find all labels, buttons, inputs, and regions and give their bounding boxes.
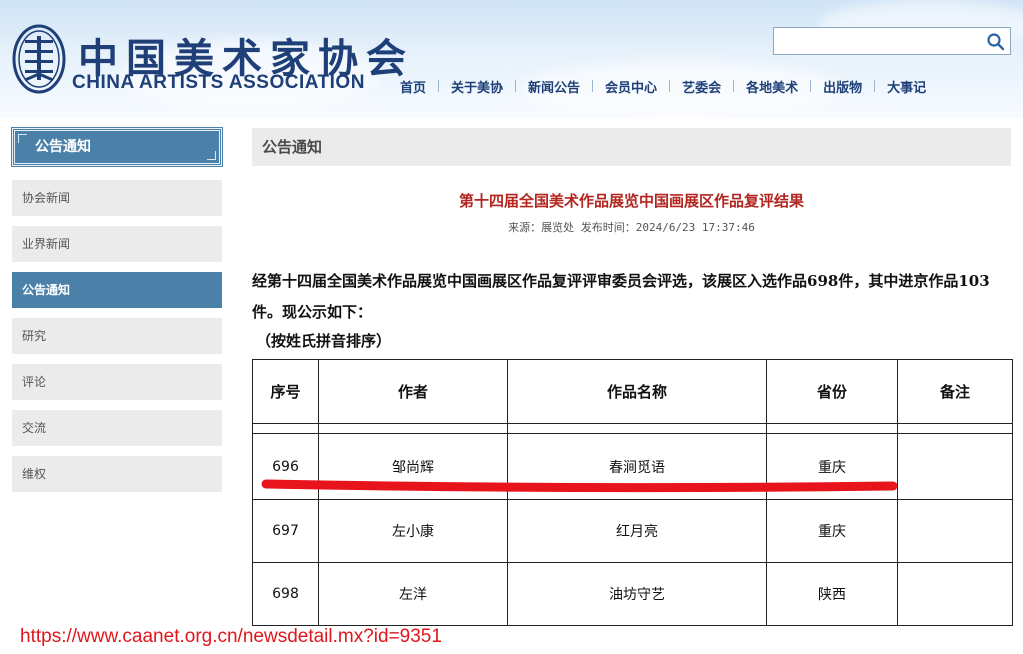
spacer-cell bbox=[766, 423, 898, 434]
table-row: 696 邹尚辉 春涧觅语 重庆 bbox=[252, 433, 1013, 500]
cell-note bbox=[897, 562, 1013, 626]
cell-number: 697 bbox=[252, 499, 319, 563]
spacer-cell bbox=[318, 423, 508, 434]
header-note: 备注 bbox=[897, 359, 1013, 424]
nav-regional[interactable]: 各地美术 bbox=[746, 77, 798, 96]
cell-number: 696 bbox=[252, 433, 319, 500]
nav-events[interactable]: 大事记 bbox=[887, 77, 926, 96]
nav-divider bbox=[515, 80, 517, 92]
site-header: 中国美术家协会 CHINA ARTISTS ASSOCIATION 首页 关于美… bbox=[0, 0, 1023, 118]
results-table: 序号 作者 作品名称 省份 备注 696 邹尚辉 春涧觅语 重庆 697 左小康… bbox=[252, 359, 1013, 626]
sidebar-item-research[interactable]: 研究 bbox=[12, 318, 222, 354]
header-author: 作者 bbox=[318, 359, 508, 424]
caa-emblem-icon bbox=[12, 24, 66, 94]
logo-english-name: CHINA ARTISTS ASSOCIATION bbox=[72, 72, 365, 93]
table-row: 698 左洋 油坊守艺 陕西 bbox=[252, 562, 1013, 626]
sidebar-item-industry-news[interactable]: 业界新闻 bbox=[12, 226, 222, 262]
nav-divider bbox=[669, 80, 671, 92]
section-title: 公告通知 bbox=[252, 128, 1011, 166]
nav-news[interactable]: 新闻公告 bbox=[528, 77, 580, 96]
article-title: 第十四届全国美术作品展览中国画展区作品复评结果 bbox=[458, 192, 804, 210]
nav-divider bbox=[874, 80, 876, 92]
cell-author: 左小康 bbox=[318, 499, 508, 563]
cell-number: 698 bbox=[252, 562, 319, 626]
cell-note bbox=[897, 499, 1013, 563]
cell-note bbox=[897, 433, 1013, 500]
header-province: 省份 bbox=[766, 359, 898, 424]
sidebar-item-commentary[interactable]: 评论 bbox=[12, 364, 222, 400]
sidebar-title: 公告通知 bbox=[11, 127, 223, 167]
main-nav: 首页 关于美协 新闻公告 会员中心 艺委会 各地美术 出版物 大事记 bbox=[400, 76, 926, 96]
sidebar-item-exchange[interactable]: 交流 bbox=[12, 410, 222, 446]
nav-art-committee[interactable]: 艺委会 bbox=[682, 77, 721, 96]
sidebar-item-rights[interactable]: 维权 bbox=[12, 456, 222, 492]
sidebar-item-announcements[interactable]: 公告通知 bbox=[12, 272, 222, 308]
cell-province: 陕西 bbox=[766, 562, 898, 626]
nav-members[interactable]: 会员中心 bbox=[605, 77, 657, 96]
nav-publications[interactable]: 出版物 bbox=[823, 77, 862, 96]
header-number: 序号 bbox=[252, 359, 319, 424]
sidebar-menu: 协会新闻 业界新闻 公告通知 研究 评论 交流 维权 bbox=[12, 180, 222, 502]
sort-note: （按姓氏拼音排序） bbox=[256, 332, 392, 350]
search-box bbox=[773, 27, 1011, 55]
spacer-cell bbox=[897, 423, 1013, 434]
article-meta: 来源：展览处 发布时间：2024/6/23 17:37:46 bbox=[508, 221, 755, 234]
cell-author: 邹尚辉 bbox=[318, 433, 508, 500]
nav-divider bbox=[438, 80, 440, 92]
article-body: 经第十四届全国美术作品展览中国画展区作品复评评审委员会评选，该展区入选作品698… bbox=[252, 272, 990, 321]
search-input[interactable] bbox=[774, 28, 980, 54]
nav-home[interactable]: 首页 bbox=[400, 77, 426, 96]
cell-work-title: 春涧觅语 bbox=[507, 433, 767, 500]
nav-divider bbox=[592, 80, 594, 92]
nav-divider bbox=[733, 80, 735, 92]
header-work-title: 作品名称 bbox=[507, 359, 767, 424]
spacer-cell bbox=[252, 423, 319, 434]
spacer-cell bbox=[507, 423, 767, 434]
source-url-overlay: https://www.caanet.org.cn/newsdetail.mx?… bbox=[20, 626, 442, 647]
table-row: 697 左小康 红月亮 重庆 bbox=[252, 499, 1013, 563]
table-spacer-row bbox=[252, 423, 1013, 434]
nav-divider bbox=[810, 80, 812, 92]
sidebar-item-association-news[interactable]: 协会新闻 bbox=[12, 180, 222, 216]
nav-about[interactable]: 关于美协 bbox=[451, 77, 503, 96]
cell-work-title: 油坊守艺 bbox=[507, 562, 767, 626]
site-logo[interactable]: 中国美术家协会 CHINA ARTISTS ASSOCIATION bbox=[12, 22, 406, 102]
cell-author: 左洋 bbox=[318, 562, 508, 626]
cell-work-title: 红月亮 bbox=[507, 499, 767, 563]
search-icon[interactable] bbox=[986, 32, 1006, 52]
cell-province: 重庆 bbox=[766, 499, 898, 563]
table-header-row: 序号 作者 作品名称 省份 备注 bbox=[252, 359, 1013, 424]
cell-province: 重庆 bbox=[766, 433, 898, 500]
